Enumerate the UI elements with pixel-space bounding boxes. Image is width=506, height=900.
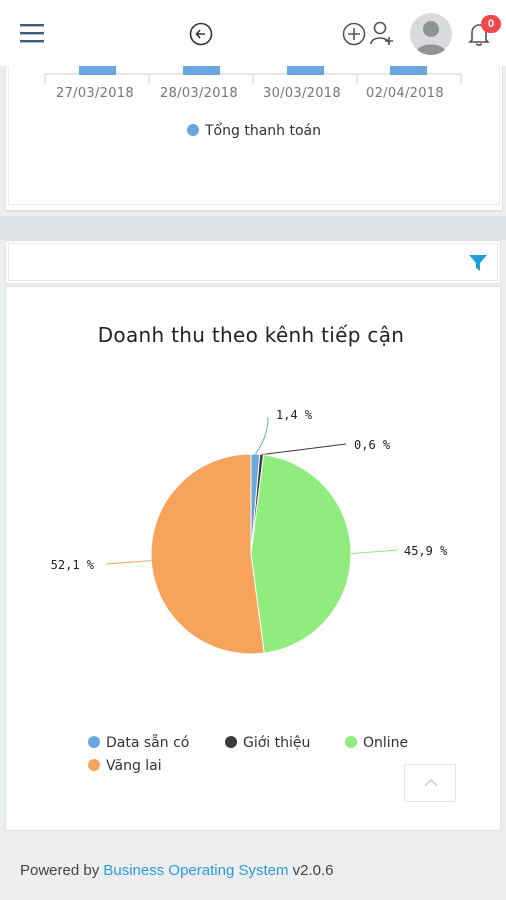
legend-item-vang-lai[interactable]: Vãng lai bbox=[88, 758, 162, 774]
payment-chart: 27/03/2018 28/03/2018 30/03/2018 02/04/2… bbox=[8, 66, 500, 205]
legend-dot bbox=[88, 736, 100, 748]
chart-bar[interactable] bbox=[183, 66, 220, 75]
footer-text: Powered by Business Operating System v2.… bbox=[20, 862, 334, 879]
chart-bar[interactable] bbox=[287, 66, 324, 75]
legend-item-gioi-thieu[interactable]: Giới thiệu bbox=[225, 735, 310, 751]
payment-chart-card: 27/03/2018 28/03/2018 30/03/2018 02/04/2… bbox=[5, 66, 503, 212]
pie-slice[interactable] bbox=[250, 454, 352, 654]
scroll-top-button[interactable] bbox=[404, 764, 456, 802]
chart-title: Doanh thu theo kênh tiếp cận bbox=[97, 323, 405, 347]
pie-connector bbox=[350, 549, 399, 555]
legend-label: Online bbox=[363, 735, 409, 751]
add-icon[interactable] bbox=[342, 22, 366, 46]
chart-bar[interactable] bbox=[79, 66, 116, 75]
section-divider bbox=[0, 216, 506, 240]
pie-connector bbox=[105, 560, 152, 565]
filter-icon[interactable] bbox=[469, 255, 487, 271]
x-tick-label: 30/03/2018 bbox=[263, 86, 341, 101]
legend-label: Vãng lai bbox=[106, 758, 162, 774]
menu-icon[interactable] bbox=[20, 22, 44, 44]
legend-item-online[interactable]: Online bbox=[345, 735, 408, 751]
pie-data-label: 52,1 % bbox=[51, 558, 95, 572]
filter-bar-inner bbox=[8, 243, 498, 281]
pie-data-label: 1,4 % bbox=[276, 408, 313, 422]
legend-label: Tổng thanh toán bbox=[205, 123, 321, 139]
legend-label: Data sẵn có bbox=[106, 735, 190, 751]
legend-dot bbox=[345, 736, 357, 748]
legend-dot bbox=[187, 124, 199, 136]
channel-revenue-card: Doanh thu theo kênh tiếp cận 1,4 % 0,6 % 4… bbox=[5, 286, 501, 831]
pie-data-label: 0,6 % bbox=[354, 438, 391, 452]
avatar-silhouette-icon bbox=[415, 21, 447, 55]
pie-connector bbox=[261, 443, 347, 456]
x-tick-label: 02/04/2018 bbox=[366, 86, 444, 101]
avatar[interactable] bbox=[410, 13, 452, 55]
pie-connector bbox=[254, 416, 269, 455]
notification-badge: 0 bbox=[481, 15, 501, 33]
chart-bar[interactable] bbox=[390, 66, 427, 75]
footer-link[interactable]: Business Operating System bbox=[103, 862, 288, 879]
legend-dot bbox=[225, 736, 237, 748]
filter-bar bbox=[5, 240, 501, 284]
pie-slice[interactable] bbox=[150, 453, 265, 655]
legend-label: Giới thiệu bbox=[243, 735, 311, 751]
back-icon[interactable] bbox=[189, 22, 213, 46]
x-tick-label: 28/03/2018 bbox=[160, 86, 238, 101]
pie-data-label: 45,9 % bbox=[404, 544, 448, 558]
footer-version: v2.0.6 bbox=[292, 862, 334, 879]
x-tick-label: 27/03/2018 bbox=[56, 86, 134, 101]
user-icon[interactable] bbox=[369, 20, 395, 46]
chart-legend-item[interactable]: Tổng thanh toán bbox=[187, 123, 321, 139]
footer-prefix: Powered by bbox=[20, 862, 100, 879]
footer: Powered by Business Operating System v2.… bbox=[0, 840, 506, 900]
chevron-up-icon bbox=[424, 779, 438, 787]
legend-dot bbox=[88, 759, 100, 771]
pie-chart: 1,4 % 0,6 % 45,9 % 52,1 % bbox=[51, 408, 448, 655]
top-bar: 0 bbox=[0, 0, 506, 66]
legend-item-data-san-co[interactable]: Data sẵn có bbox=[88, 735, 189, 751]
